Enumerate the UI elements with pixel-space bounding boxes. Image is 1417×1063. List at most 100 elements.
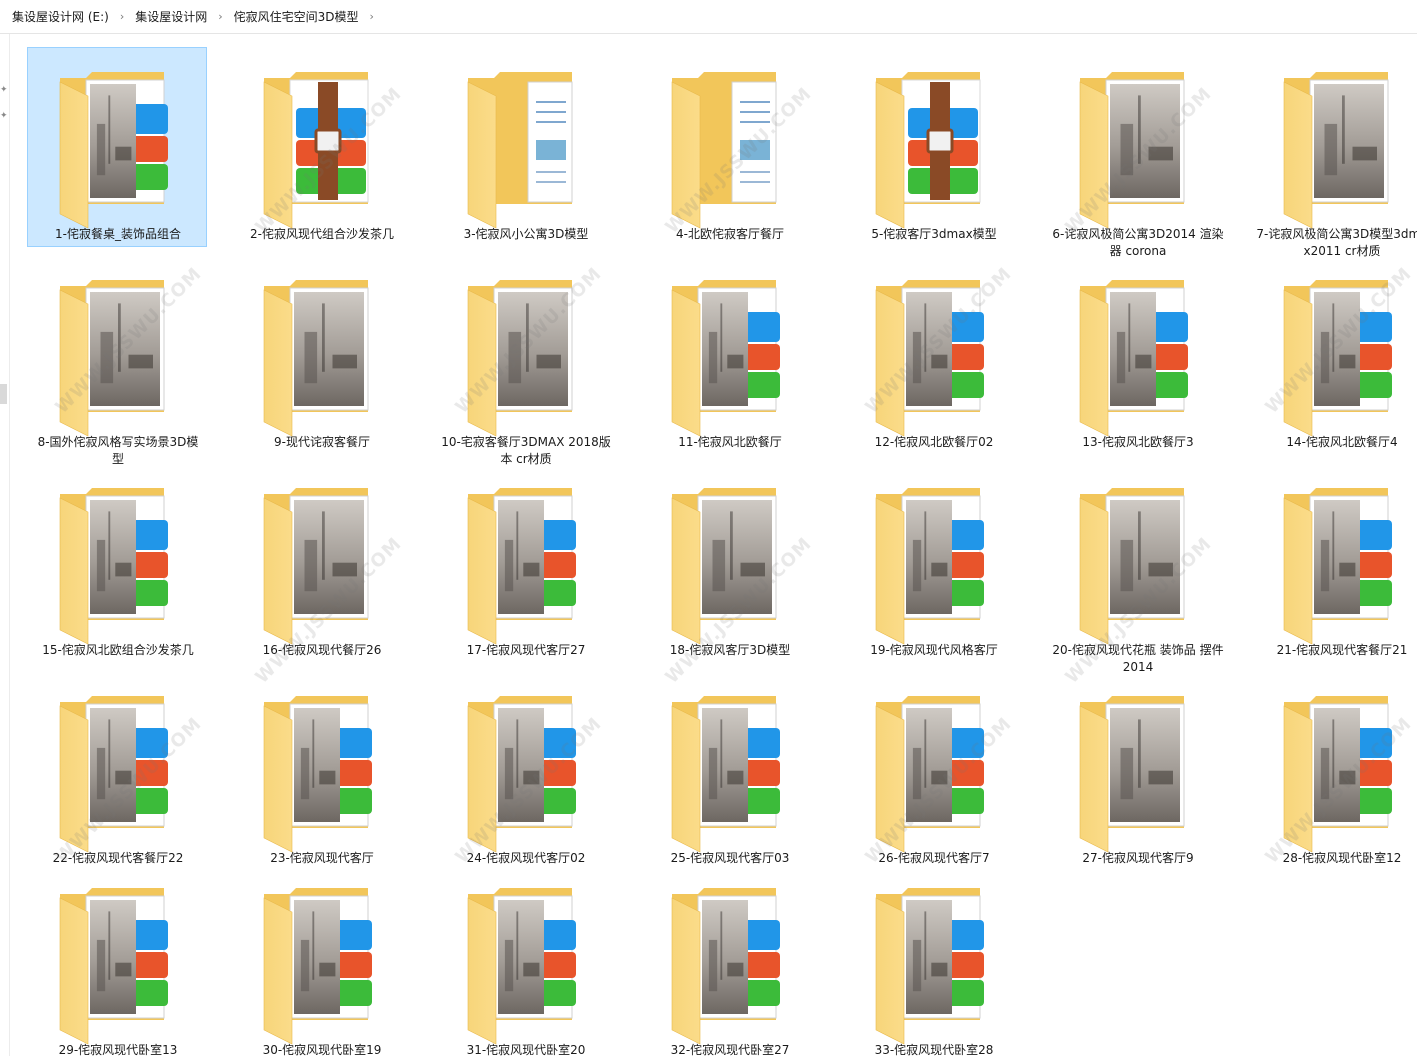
folder-item[interactable]: 25-侘寂风现代客厅03	[639, 671, 819, 871]
file-grid: 1-侘寂餐桌_装饰品组合 2-侘寂风现代组合沙发茶几	[18, 38, 1417, 1056]
folder-item[interactable]: 27-侘寂风现代客厅9	[1047, 671, 1227, 871]
folder-name: 12-侘寂风北欧餐厅02	[844, 434, 1024, 451]
folder-item[interactable]: 4-北欧侘寂客厅餐厅	[639, 47, 819, 247]
folder-icon	[260, 276, 382, 438]
folder-item[interactable]: 11-侘寂风北欧餐厅	[639, 255, 819, 455]
folder-name: 16-侘寂风现代餐厅26	[232, 642, 412, 659]
folder-icon	[260, 884, 382, 1046]
folder-name: 30-侘寂风现代卧室19	[232, 1042, 412, 1059]
folder-item[interactable]: 20-侘寂风现代花瓶 装饰品 摆件2014	[1047, 463, 1227, 663]
folder-item[interactable]: 1-侘寂餐桌_装饰品组合	[27, 47, 207, 247]
folder-icon	[56, 484, 178, 646]
folder-item[interactable]: 31-侘寂风现代卧室20	[435, 863, 615, 1063]
breadcrumb-item[interactable]: 集设屋设计网 (E:)	[8, 6, 113, 27]
folder-icon	[668, 692, 790, 854]
folder-name: 29-侘寂风现代卧室13	[28, 1042, 208, 1059]
folder-item[interactable]: 6-诧寂风极简公寓3D2014 渲染器 corona	[1047, 47, 1227, 247]
folder-icon	[464, 484, 586, 646]
folder-icon	[1076, 276, 1198, 438]
folder-icon	[668, 884, 790, 1046]
folder-icon	[872, 692, 994, 854]
folder-item[interactable]: 12-侘寂风北欧餐厅02	[843, 255, 1023, 455]
folder-icon	[56, 884, 178, 1046]
folder-icon	[1280, 484, 1402, 646]
folder-icon	[872, 484, 994, 646]
folder-name: 31-侘寂风现代卧室20	[436, 1042, 616, 1059]
folder-icon	[260, 68, 382, 230]
folder-icon	[1280, 276, 1402, 438]
folder-item[interactable]: 7-诧寂风极简公寓3D模型3dmax2011 cr材质	[1251, 47, 1417, 247]
folder-name: 28-侘寂风现代卧室12	[1252, 850, 1417, 867]
folder-item[interactable]: 21-侘寂风现代客餐厅21	[1251, 463, 1417, 663]
folder-icon	[1280, 692, 1402, 854]
folder-name: 19-侘寂风现代风格客厅	[844, 642, 1024, 659]
folder-icon	[872, 884, 994, 1046]
folder-item[interactable]: 26-侘寂风现代客厅7	[843, 671, 1023, 871]
folder-name: 13-侘寂风北欧餐厅3	[1048, 434, 1228, 451]
folder-item[interactable]: 32-侘寂风现代卧室27	[639, 863, 819, 1063]
address-bar[interactable]: 集设屋设计网 (E:)›集设屋设计网›侘寂风住宅空间3D模型›	[0, 0, 1417, 34]
folder-icon	[668, 68, 790, 230]
folder-item[interactable]: 9-现代诧寂客餐厅	[231, 255, 411, 455]
folder-name: 3-侘寂风小公寓3D模型	[436, 226, 616, 243]
folder-item[interactable]: 24-侘寂风现代客厅02	[435, 671, 615, 871]
folder-icon	[260, 692, 382, 854]
folder-name: 27-侘寂风现代客厅9	[1048, 850, 1228, 867]
folder-icon	[668, 484, 790, 646]
folder-item[interactable]: 22-侘寂风现代客餐厅22	[27, 671, 207, 871]
folder-item[interactable]: 2-侘寂风现代组合沙发茶几	[231, 47, 411, 247]
folder-name: 9-现代诧寂客餐厅	[232, 434, 412, 451]
folder-item[interactable]: 17-侘寂风现代客厅27	[435, 463, 615, 663]
folder-item[interactable]: 13-侘寂风北欧餐厅3	[1047, 255, 1227, 455]
folder-icon	[464, 692, 586, 854]
folder-icon	[464, 276, 586, 438]
folder-icon	[56, 68, 178, 230]
folder-item[interactable]: 3-侘寂风小公寓3D模型	[435, 47, 615, 247]
folder-icon	[464, 68, 586, 230]
folder-name: 17-侘寂风现代客厅27	[436, 642, 616, 659]
folder-name: 1-侘寂餐桌_装饰品组合	[28, 226, 208, 243]
folder-item[interactable]: 28-侘寂风现代卧室12	[1251, 671, 1417, 871]
folder-item[interactable]: 15-侘寂风北欧组合沙发茶几	[27, 463, 207, 663]
pin-icon: ✦	[0, 112, 7, 121]
folder-item[interactable]: 18-侘寂风客厅3D模型	[639, 463, 819, 663]
folder-item[interactable]: 14-侘寂风北欧餐厅4	[1251, 255, 1417, 455]
folder-item[interactable]: 10-宅寂客餐厅3DMAX 2018版本 cr材质	[435, 255, 615, 455]
folder-item[interactable]: 33-侘寂风现代卧室28	[843, 863, 1023, 1063]
chevron-right-icon[interactable]: ›	[211, 10, 229, 23]
folder-item[interactable]: 23-侘寂风现代客厅	[231, 671, 411, 871]
navigation-pane-edge[interactable]: ✦ ✦	[0, 34, 10, 1056]
folder-icon	[872, 68, 994, 230]
pin-icon: ✦	[0, 86, 7, 95]
folder-name: 11-侘寂风北欧餐厅	[640, 434, 820, 451]
breadcrumb-item[interactable]: 侘寂风住宅空间3D模型	[230, 6, 363, 27]
folder-icon	[1076, 484, 1198, 646]
folder-name: 5-侘寂客厅3dmax模型	[844, 226, 1024, 243]
folder-icon	[668, 276, 790, 438]
folder-name: 33-侘寂风现代卧室28	[844, 1042, 1024, 1059]
folder-icon	[56, 276, 178, 438]
folder-name: 14-侘寂风北欧餐厅4	[1252, 434, 1417, 451]
folder-icon	[260, 484, 382, 646]
chevron-right-icon[interactable]: ›	[113, 10, 131, 23]
folder-icon	[1076, 68, 1198, 230]
folder-name: 32-侘寂风现代卧室27	[640, 1042, 820, 1059]
folder-name: 2-侘寂风现代组合沙发茶几	[232, 226, 412, 243]
folder-item[interactable]: 5-侘寂客厅3dmax模型	[843, 47, 1023, 247]
folder-icon	[56, 692, 178, 854]
folder-item[interactable]: 8-国外侘寂风格写实场景3D模型	[27, 255, 207, 455]
folder-icon	[1076, 692, 1198, 854]
folder-item[interactable]: 30-侘寂风现代卧室19	[231, 863, 411, 1063]
folder-icon	[464, 884, 586, 1046]
chevron-right-icon[interactable]: ›	[363, 10, 381, 23]
folder-item[interactable]: 16-侘寂风现代餐厅26	[231, 463, 411, 663]
folder-name: 15-侘寂风北欧组合沙发茶几	[28, 642, 208, 659]
folder-name: 21-侘寂风现代客餐厅21	[1252, 642, 1417, 659]
folder-item[interactable]: 29-侘寂风现代卧室13	[27, 863, 207, 1063]
scroll-thumb[interactable]	[0, 384, 7, 404]
folder-icon	[872, 276, 994, 438]
folder-name: 18-侘寂风客厅3D模型	[640, 642, 820, 659]
folder-name: 4-北欧侘寂客厅餐厅	[640, 226, 820, 243]
folder-item[interactable]: 19-侘寂风现代风格客厅	[843, 463, 1023, 663]
breadcrumb-item[interactable]: 集设屋设计网	[131, 6, 211, 27]
